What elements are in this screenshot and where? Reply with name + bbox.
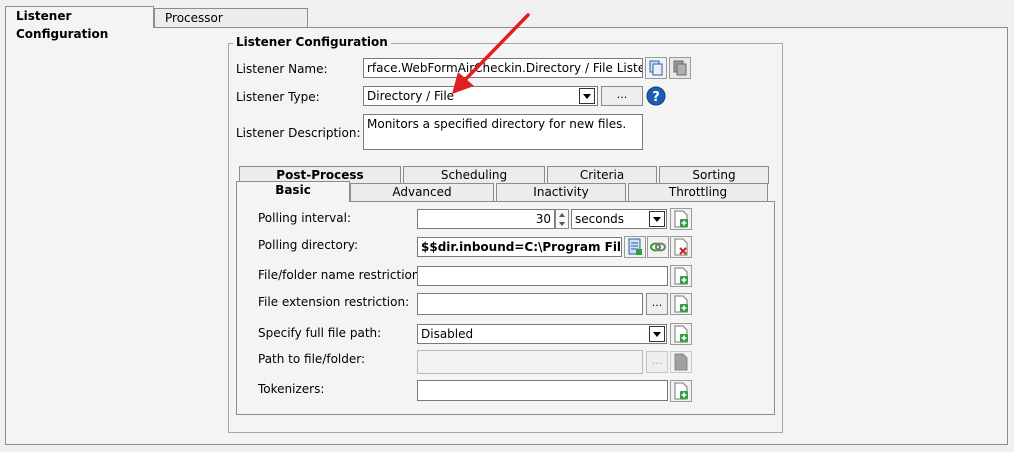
polling-directory-input[interactable]: $$dir.inbound=C:\Program Files\Pilot <box>417 237 622 257</box>
add-document-icon <box>674 210 688 228</box>
document-disabled-icon <box>674 353 688 371</box>
ext-restriction-input[interactable] <box>417 293 643 315</box>
full-path-value: Disabled <box>421 327 474 341</box>
polling-interval-unit-dropdown-button[interactable] <box>649 211 665 227</box>
add-document-icon <box>674 295 688 313</box>
path-input[interactable] <box>417 350 643 374</box>
polling-interval-unit-value: seconds <box>575 212 625 226</box>
ext-restriction-browse-button[interactable]: ... <box>646 293 668 315</box>
add-document-icon <box>674 267 688 285</box>
tokenizers-add-button[interactable] <box>670 380 692 402</box>
variable-list-button[interactable] <box>624 236 646 258</box>
listener-type-browse-button[interactable]: ... <box>601 86 643 106</box>
tab-listener-configuration[interactable]: Listener Configuration <box>5 6 154 41</box>
listener-description-textarea[interactable]: Monitors a specified directory for new f… <box>363 114 643 150</box>
tab-throttling[interactable]: Throttling <box>628 183 768 201</box>
link-button[interactable] <box>647 236 669 258</box>
tab-throttling-label: Throttling <box>668 185 728 199</box>
polling-interval-add-button[interactable] <box>670 208 692 230</box>
tab-sorting-label: Sorting <box>692 168 736 182</box>
help-button[interactable]: ? <box>646 86 666 106</box>
tab-sorting[interactable]: Sorting <box>659 166 769 184</box>
full-path-select[interactable]: Disabled <box>417 324 667 344</box>
tab-basic-label: Basic <box>275 183 311 197</box>
name-restriction-label: File/folder name restriction: <box>258 268 424 282</box>
listener-name-label: Listener Name: <box>236 62 328 76</box>
svg-text:?: ? <box>652 90 660 105</box>
remove-button[interactable] <box>670 236 692 258</box>
tab-basic[interactable]: Basic <box>236 181 350 202</box>
tab-processor-configuration[interactable]: Processor Configuration <box>154 8 308 43</box>
paste-icon <box>673 60 687 76</box>
add-document-icon <box>674 382 688 400</box>
tab-scheduling-label: Scheduling <box>440 168 508 182</box>
tab-criteria-label: Criteria <box>579 168 625 182</box>
delete-document-icon <box>674 238 688 256</box>
tokenizers-label: Tokenizers: <box>258 382 325 396</box>
listener-type-dropdown-button[interactable] <box>579 88 595 104</box>
copy-button[interactable] <box>645 57 667 79</box>
tab-listener-configuration-label: Listener Configuration <box>16 9 109 41</box>
polling-interval-input[interactable]: 30 <box>417 209 555 229</box>
paste-button[interactable] <box>669 57 691 79</box>
link-icon <box>650 242 666 252</box>
listener-description-label: Listener Description: <box>236 126 361 140</box>
tab-advanced[interactable]: Advanced <box>350 183 494 201</box>
name-restriction-input[interactable] <box>417 266 668 286</box>
ext-restriction-add-button[interactable] <box>670 293 692 315</box>
name-restriction-add-button[interactable] <box>670 265 692 287</box>
tokenizers-input[interactable] <box>417 380 668 401</box>
polling-directory-label: Polling directory: <box>258 238 359 252</box>
list-document-icon <box>628 238 642 255</box>
polling-interval-label: Polling interval: <box>258 211 351 225</box>
tab-inactivity[interactable]: Inactivity <box>496 183 626 201</box>
group-title: Listener Configuration <box>233 35 391 49</box>
tab-inactivity-label: Inactivity <box>533 185 589 199</box>
path-label: Path to file/folder: <box>258 352 366 366</box>
tab-post-process-label: Post-Process <box>276 168 364 182</box>
full-path-add-button[interactable] <box>670 323 692 345</box>
path-browse-button[interactable]: ... <box>646 351 668 373</box>
copy-icon <box>649 60 663 76</box>
help-icon: ? <box>646 86 666 106</box>
annotation-arrow-icon <box>452 13 530 94</box>
listener-type-label: Listener Type: <box>236 90 320 104</box>
full-path-label: Specify full file path: <box>258 326 382 340</box>
full-path-dropdown-button[interactable] <box>649 326 665 342</box>
ext-restriction-label: File extension restriction: <box>258 295 410 309</box>
polling-interval-spinner[interactable] <box>555 209 569 229</box>
tab-advanced-label: Advanced <box>392 185 452 199</box>
tab-scheduling[interactable]: Scheduling <box>403 166 545 184</box>
path-add-button[interactable] <box>670 351 692 373</box>
tab-criteria[interactable]: Criteria <box>547 166 657 184</box>
add-document-icon <box>674 325 688 343</box>
